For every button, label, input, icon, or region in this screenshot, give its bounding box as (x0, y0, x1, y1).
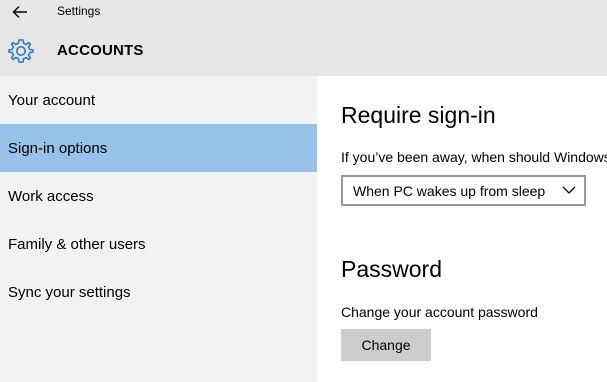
content-pane: Require sign-in If you’ve been away, whe… (317, 76, 607, 382)
require-signin-question: If you’ve been away, when should Windows… (341, 149, 607, 165)
require-signin-dropdown[interactable]: When PC wakes up from sleep (341, 175, 586, 206)
sidebar-item-sign-in-options[interactable]: Sign-in options (0, 124, 317, 172)
dropdown-value: When PC wakes up from sleep (353, 182, 546, 199)
gear-icon (8, 39, 34, 63)
page-title: ACCOUNTS (57, 42, 144, 59)
sidebar-item-label: Sync your settings (8, 283, 131, 301)
back-arrow-icon (12, 6, 27, 18)
title-bar: Settings ACCOUNTS (0, 0, 607, 76)
back-button[interactable] (6, 0, 34, 24)
password-description: Change your account password (341, 304, 538, 320)
window-title: Settings (57, 4, 101, 18)
chevron-down-icon (562, 186, 576, 194)
change-password-button[interactable]: Change (341, 329, 431, 361)
sidebar-item-label: Family & other users (8, 235, 146, 253)
sidebar-item-family-other-users[interactable]: Family & other users (0, 220, 317, 268)
require-signin-heading: Require sign-in (341, 102, 496, 128)
sidebar-item-sync-settings[interactable]: Sync your settings (0, 268, 317, 316)
password-heading: Password (341, 256, 442, 282)
sidebar-item-work-access[interactable]: Work access (0, 172, 317, 220)
sidebar-item-your-account[interactable]: Your account (0, 76, 317, 124)
sidebar: Your account Sign-in options Work access… (0, 76, 317, 382)
sidebar-item-label: Sign-in options (8, 139, 108, 157)
sidebar-item-label: Your account (8, 91, 96, 109)
sidebar-item-label: Work access (8, 187, 94, 205)
